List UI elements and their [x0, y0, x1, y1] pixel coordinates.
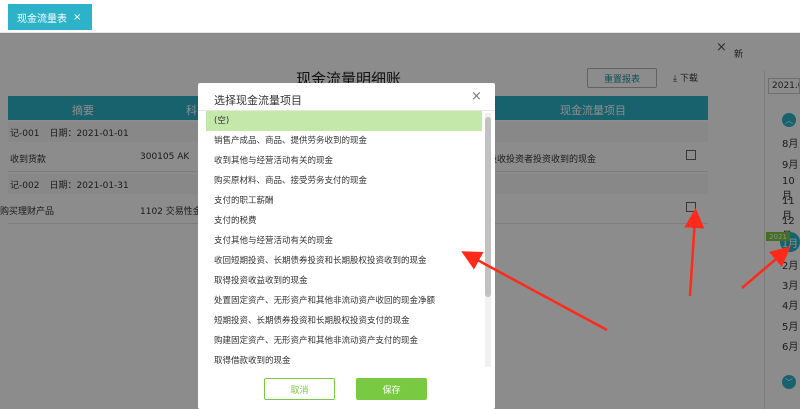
list-item[interactable]: 销售产成品、商品、提供劳务收到的现金: [206, 131, 482, 151]
list-item[interactable]: 处置固定资产、无形资产和其他非流动资产收回的现金净额: [206, 291, 482, 311]
tab-close-icon[interactable]: ×: [73, 12, 81, 23]
scrollbar-thumb[interactable]: [485, 117, 491, 297]
list-item[interactable]: 取得借款收到的现金: [206, 351, 482, 367]
modal-title: 选择现金流量项目: [214, 94, 302, 107]
list-item[interactable]: 支付其他与经营活动有关的现金: [206, 231, 482, 251]
list-item[interactable]: 短期投资、长期债券投资和长期股权投资支付的现金: [206, 311, 482, 331]
list-item[interactable]: 支付的税费: [206, 211, 482, 231]
save-button[interactable]: 保存: [356, 378, 427, 400]
tab-bar: 现金流量表 ×: [0, 0, 800, 33]
tab-cash-flow-statement[interactable]: 现金流量表 ×: [8, 4, 92, 30]
list-item[interactable]: 收回短期投资、长期债券投资和长期股权投资收到的现金: [206, 251, 482, 271]
select-cashflow-modal: 选择现金流量项目 × (空) 销售产成品、商品、提供劳务收到的现金 收到其他与经…: [198, 83, 495, 409]
list-scrollbar[interactable]: [485, 113, 491, 367]
tab-label: 现金流量表: [17, 13, 67, 25]
list-item[interactable]: 收到其他与经营活动有关的现金: [206, 151, 482, 171]
close-icon[interactable]: ×: [471, 89, 482, 104]
list-item[interactable]: 购买原材料、商品、接受劳务支付的现金: [206, 171, 482, 191]
list-item[interactable]: 支付的职工薪酬: [206, 191, 482, 211]
list-item[interactable]: (空): [206, 111, 482, 131]
list-item[interactable]: 取得投资收益收到的现金: [206, 271, 482, 291]
cashflow-item-list: (空) 销售产成品、商品、提供劳务收到的现金 收到其他与经营活动有关的现金 购买…: [206, 109, 482, 367]
cancel-button[interactable]: 取消: [264, 378, 335, 400]
list-item[interactable]: 购建固定资产、无形资产和其他非流动资产支付的现金: [206, 331, 482, 351]
